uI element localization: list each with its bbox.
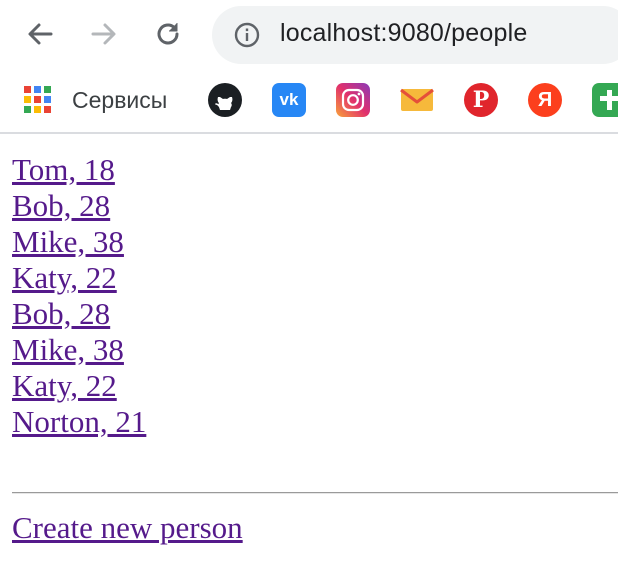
person-link[interactable]: Bob, 28 [12,188,146,224]
mail-icon [400,83,434,117]
back-button[interactable] [20,14,60,54]
page-content: Tom, 18 Bob, 28 Mike, 38 Katy, 22 Bob, 2… [0,134,618,584]
info-icon[interactable] [234,22,260,48]
bookmark-vk[interactable]: vk [272,82,306,118]
bookmark-yandex[interactable]: Я [528,82,562,118]
bookmarks-bar: Сервисы vk P Я [0,70,618,134]
github-icon [208,83,242,117]
instagram-icon [336,83,370,117]
person-link[interactable]: Mike, 38 [12,332,146,368]
people-list: Tom, 18 Bob, 28 Mike, 38 Katy, 22 Bob, 2… [12,152,146,440]
bookmark-instagram[interactable] [336,82,370,118]
bookmark-mail[interactable] [400,82,434,118]
url-text[interactable]: localhost:9080/people [280,19,527,48]
reload-icon [157,23,179,45]
person-link[interactable]: Tom, 18 [12,152,146,188]
bookmark-apps[interactable]: Сервисы [24,82,167,118]
back-arrow-icon [28,23,53,45]
person-link[interactable]: Katy, 22 [12,368,146,404]
forward-button[interactable] [84,14,124,54]
person-link[interactable]: Norton, 21 [12,404,146,440]
reload-button[interactable] [148,14,188,54]
bookmark-cross[interactable] [592,82,618,118]
person-link[interactable]: Mike, 38 [12,224,146,260]
person-link[interactable]: Katy, 22 [12,260,146,296]
create-new-person-link[interactable]: Create new person [12,510,243,546]
bookmark-github[interactable] [208,82,242,118]
address-bar[interactable]: localhost:9080/people [212,6,618,64]
divider [12,492,618,494]
vk-icon: vk [272,83,306,117]
apps-label: Сервисы [72,86,168,113]
apps-grid-icon [24,86,52,114]
yandex-icon: Я [528,83,562,117]
person-link[interactable]: Bob, 28 [12,296,146,332]
cross-icon [592,83,618,117]
pinterest-icon: P [464,83,498,117]
forward-arrow-icon [91,23,116,45]
browser-toolbar: localhost:9080/people [0,0,618,70]
bookmark-pinterest[interactable]: P [464,82,498,118]
